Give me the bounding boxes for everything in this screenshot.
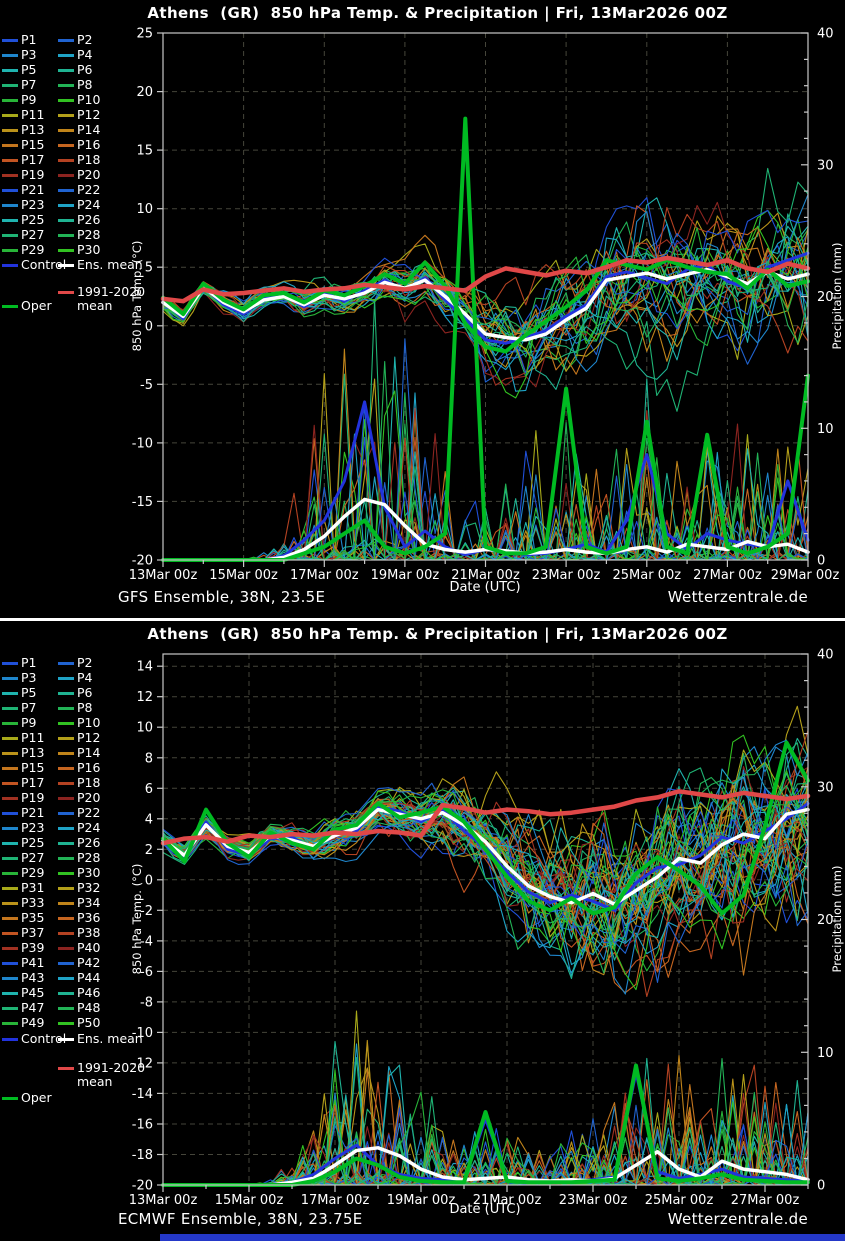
temp-tick-label: 2 — [145, 843, 153, 858]
temp-tick-label: 20 — [136, 85, 153, 100]
temp-tick-label: 10 — [136, 202, 153, 217]
axis-frame — [157, 654, 808, 1192]
date-axis-label: Date (UTC) — [380, 1202, 590, 1217]
temp-tick-label: -15 — [132, 495, 153, 510]
temp-tick-label: 8 — [145, 751, 153, 766]
temp-tick-label: 25 — [136, 27, 153, 42]
date-tick-label: 13Mar 00z — [129, 1193, 198, 1208]
temp-tick-label: 6 — [145, 782, 153, 797]
ecmwf-chart-panel: Athens (GR) 850 hPa Temp. & Precipitatio… — [0, 621, 845, 1241]
model-footer: ECMWF Ensemble, 38N, 23.75E — [118, 1210, 363, 1228]
date-tick-label: 15Mar 00z — [209, 568, 278, 583]
temp-tick-label: 15 — [136, 144, 153, 159]
temp-tick-label: -18 — [132, 1148, 153, 1163]
temp-tick-label: -20 — [132, 1179, 153, 1194]
temp-tick-label: 0 — [145, 319, 153, 334]
precip-tick-label: 10 — [817, 1046, 834, 1061]
temp-tick-label: 4 — [145, 812, 153, 827]
ensemble-member-precip-line — [163, 1113, 808, 1185]
brand-footer: Wetterzentrale.de — [668, 1210, 808, 1228]
temp-tick-label: -10 — [132, 436, 153, 451]
precip-tick-label: 10 — [817, 422, 834, 437]
temp-tick-label: -8 — [140, 995, 153, 1010]
precip-tick-label: 40 — [817, 27, 834, 42]
temp-tick-label: -12 — [132, 1056, 153, 1071]
ensemble-member-temp-line — [163, 794, 808, 937]
temp-tick-label: 5 — [145, 261, 153, 276]
ensemble-member-temp-line — [163, 795, 808, 933]
precip-axis-label: Precipitation (mm) — [830, 866, 844, 973]
grid — [163, 654, 808, 1185]
date-tick-label: 17Mar 00z — [301, 1193, 370, 1208]
precip-tick-label: 0 — [817, 1179, 825, 1194]
temp-axis-label: 850 hPa Temp. (°C) — [130, 241, 144, 352]
precip-axis-label: Precipitation (mm) — [830, 243, 844, 350]
temp-tick-label: 0 — [145, 873, 153, 888]
meteogram-page: Athens (GR) 850 hPa Temp. & Precipitatio… — [0, 0, 845, 1241]
date-tick-label: 25Mar 00z — [613, 568, 682, 583]
gfs-chart-panel: Athens (GR) 850 hPa Temp. & Precipitatio… — [0, 0, 845, 620]
bottom-brand-bar — [160, 1234, 845, 1241]
brand-footer: Wetterzentrale.de — [668, 588, 808, 606]
temp-tick-label: -20 — [132, 554, 153, 569]
date-tick-label: 15Mar 00z — [215, 1193, 284, 1208]
model-footer: GFS Ensemble, 38N, 23.5E — [118, 588, 325, 606]
date-axis-label: Date (UTC) — [380, 580, 590, 595]
precip-tick-label: 0 — [817, 554, 825, 569]
date-tick-label: 27Mar 00z — [693, 568, 762, 583]
date-tick-label: 17Mar 00z — [290, 568, 359, 583]
temp-tick-label: -14 — [132, 1087, 153, 1102]
precip-tick-label: 40 — [817, 648, 834, 663]
temp-tick-label: 12 — [136, 690, 153, 705]
temp-tick-label: -5 — [140, 378, 153, 393]
gfs-plot-svg: 2520151050-5-10-15-2040302010013Mar 00z1… — [0, 0, 845, 620]
temp-tick-label: -10 — [132, 1026, 153, 1041]
precip-tick-label: 30 — [817, 780, 834, 795]
date-tick-label: 13Mar 00z — [129, 568, 198, 583]
ecmwf-plot-svg: 14121086420-2-4-6-8-10-12-14-16-18-20403… — [0, 621, 845, 1241]
temp-tick-label: 10 — [136, 721, 153, 736]
temp-tick-label: -16 — [132, 1118, 153, 1133]
date-tick-label: 27Mar 00z — [731, 1193, 800, 1208]
temp-axis-label: 850 hPa Temp. (°C) — [130, 864, 144, 975]
date-tick-label: 29Mar 00z — [771, 568, 840, 583]
precip-tick-label: 30 — [817, 158, 834, 173]
date-tick-label: 25Mar 00z — [645, 1193, 714, 1208]
temp-tick-label: 14 — [136, 660, 153, 675]
